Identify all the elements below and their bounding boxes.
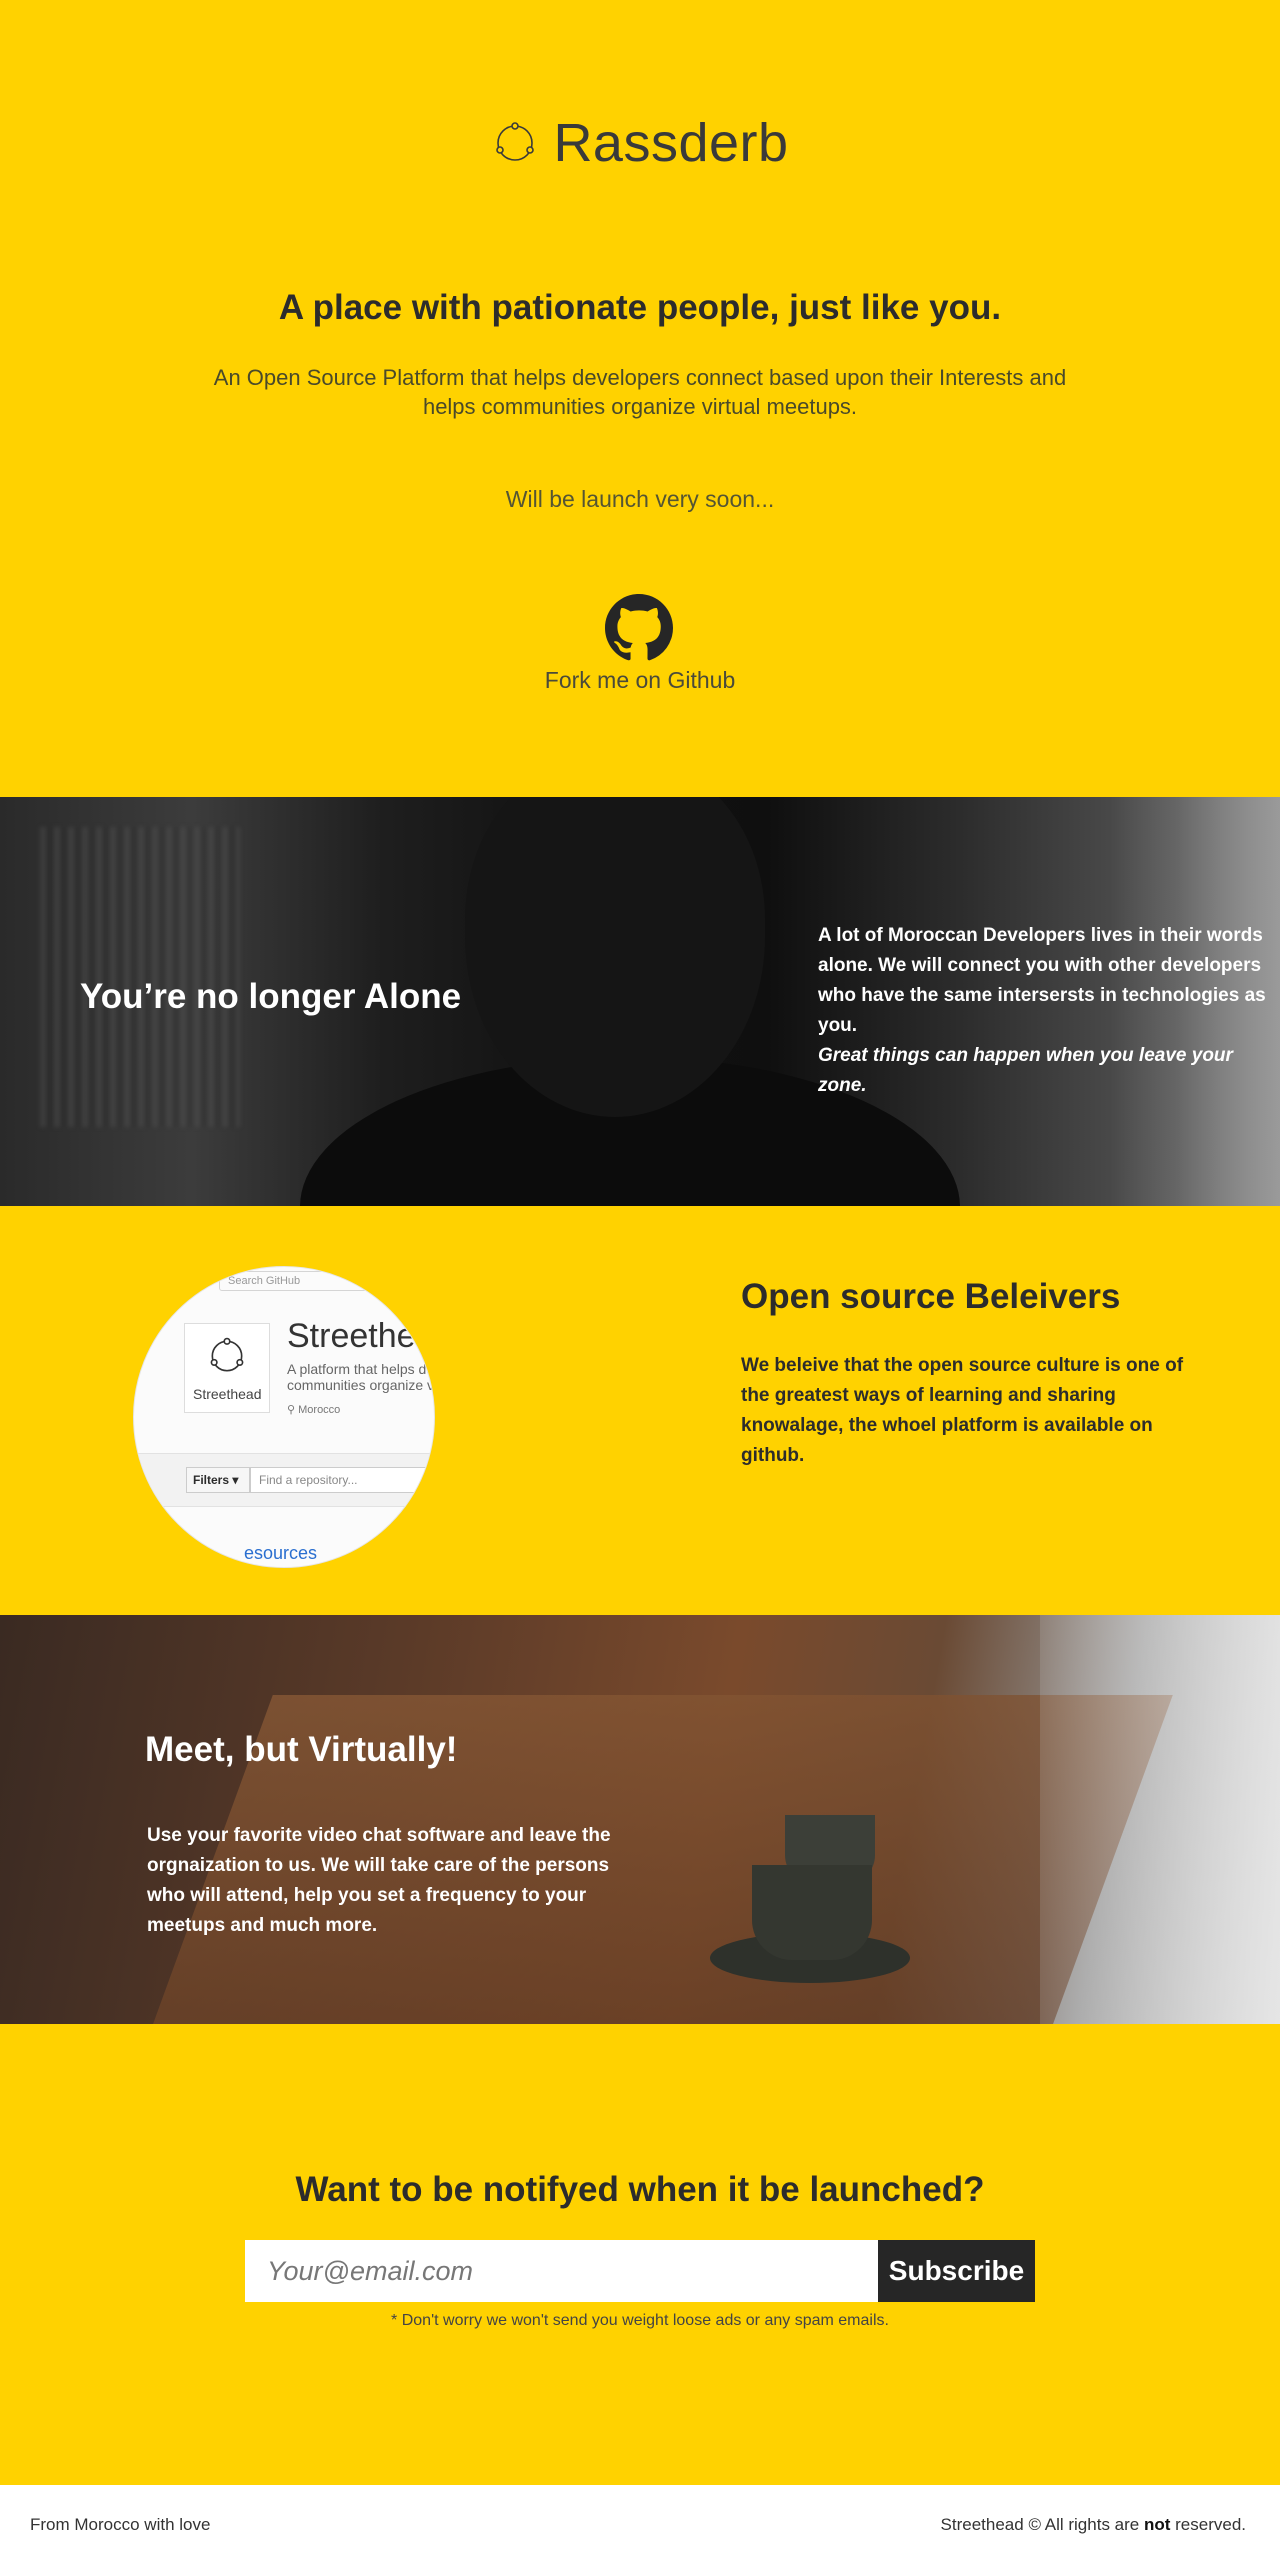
logo[interactable]: Rassderb [0,112,1280,174]
hero-description: An Open Source Platform that helps devel… [213,365,1067,419]
screenshot-filters: Filters ▾ [186,1467,250,1493]
screenshot-avatar: Streethead [184,1323,270,1413]
open-source-section: Search GitHub Streethead Streethead A pl… [0,1206,1280,1615]
screenshot-find-repo: Find a repository... [250,1467,434,1493]
hero-title: A place with pationate people, just like… [278,288,1002,327]
github-octocat-icon[interactable] [605,594,673,662]
cafe-window [1040,1615,1280,2024]
subscribe-title: Want to be notifyed when it be launched? [295,2170,985,2209]
meet-text: Use your favorite video chat software an… [147,1825,611,1936]
alone-title: You’re no longer Alone [80,977,462,1016]
copyright-prefix: Streethead © All rights are [940,2515,1144,2534]
alone-text-block: A lot of Moroccan Developers lives in th… [818,921,1278,1101]
open-source-text: We beleive that the open source culture … [741,1355,1184,1466]
screenshot-desc-line: A platform that helps de [287,1361,435,1377]
launch-notice: Will be launch very soon... [505,486,775,512]
copyright-not: not [1143,2515,1171,2534]
network-circle-icon [496,122,535,161]
meet-title: Meet, but Virtually! [145,1730,458,1769]
screenshot-org-name: Streethead [287,1317,435,1355]
screenshot-avatar-label: Streethead [193,1386,262,1402]
email-input[interactable] [245,2240,878,2302]
open-source-title: Open source Beleivers [741,1277,1121,1316]
screenshot-desc-line: communities organize vi [287,1377,435,1393]
network-circle-icon [210,1337,244,1372]
alone-tagline: Great things can happen when you leave y… [818,1045,1233,1096]
copyright-suffix: reserved. [1170,2515,1246,2534]
brand-name: Rassderb [553,113,789,173]
hero-section: Rassderb A place with pationate people, … [0,0,1280,797]
footer-copyright: Streethead © All rights are not reserved… [941,2515,1246,2535]
subscribe-note: * Don't worry we won't send you weight l… [391,2312,889,2329]
screenshot-resources: esources [244,1543,318,1563]
footer-love: From Morocco with love [30,2515,211,2534]
screenshot-location: ⚲ Morocco [287,1404,341,1416]
screenshot-search: Search GitHub [219,1271,434,1291]
meet-section: Meet, but Virtually! Use your favorite v… [0,1615,1280,2024]
screenshot-org-desc: A platform that helps de communities org… [287,1361,435,1393]
subscribe-button[interactable]: Subscribe [878,2240,1035,2302]
screenshot-location-text: Morocco [298,1404,341,1416]
alone-text: A lot of Moroccan Developers lives in th… [818,925,1266,1036]
subscribe-section: Want to be notifyed when it be launched?… [0,2024,1280,2485]
footer: From Morocco with love Streethead © All … [0,2485,1280,2563]
github-org-screenshot: Search GitHub Streethead Streethead A pl… [133,1266,435,1568]
fork-github-link[interactable]: Fork me on Github [0,667,1280,694]
coffee-cup-front [752,1865,872,1960]
alone-section: You’re no longer Alone A lot of Moroccan… [0,797,1280,1206]
